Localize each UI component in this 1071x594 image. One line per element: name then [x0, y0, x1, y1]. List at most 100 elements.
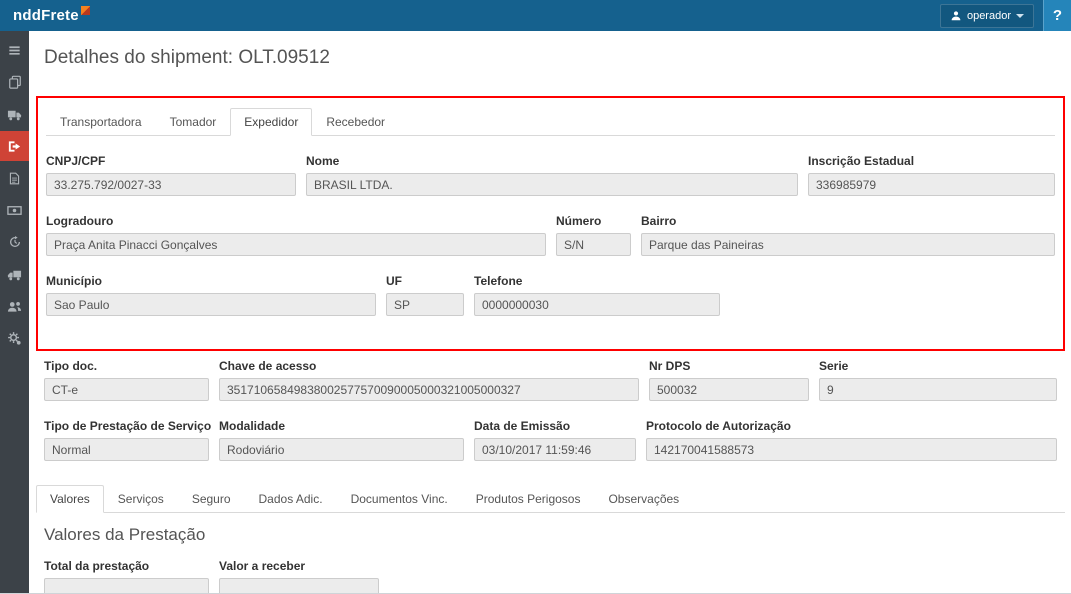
tab-recebedor[interactable]: Recebedor: [312, 108, 399, 135]
annotation-highlight-box: Transportadora Tomador Expedidor Recebed…: [36, 96, 1065, 351]
help-button[interactable]: ?: [1043, 0, 1071, 31]
valores-section: Valores da Prestação Total da prestação …: [36, 525, 1065, 593]
fleet-icon: [7, 267, 22, 282]
help-label: ?: [1053, 7, 1062, 24]
field-municipio: Município Sao Paulo: [46, 274, 376, 316]
field-label: Logradouro: [46, 214, 546, 228]
protocolo-input[interactable]: 142170041588573: [646, 438, 1057, 461]
sidebar-item-payments[interactable]: [0, 195, 29, 225]
sidebar-item-fleet[interactable]: [0, 259, 29, 289]
field-label: UF: [386, 274, 464, 288]
field-label: Nr DPS: [649, 359, 809, 373]
section-title: Valores da Prestação: [44, 525, 1057, 545]
sidebar-item-documents[interactable]: [0, 163, 29, 193]
tipo-doc-input[interactable]: CT-e: [44, 378, 209, 401]
chevron-down-icon: [1016, 14, 1024, 18]
total-prestacao-input[interactable]: [44, 578, 209, 593]
sidebar: [0, 31, 29, 593]
field-nome: Nome BRASIL LTDA.: [306, 154, 798, 196]
sidebar-item-settings[interactable]: [0, 323, 29, 353]
numero-input[interactable]: S/N: [556, 233, 631, 256]
sidebar-item-menu[interactable]: [0, 35, 29, 65]
cnpj-input[interactable]: 33.275.792/0027-33: [46, 173, 296, 196]
document-icon: [8, 172, 21, 185]
field-protocolo: Protocolo de Autorização 142170041588573: [646, 419, 1057, 461]
data-emissao-input[interactable]: 03/10/2017 11:59:46: [474, 438, 636, 461]
logradouro-input[interactable]: Praça Anita Pinacci Gonçalves: [46, 233, 546, 256]
field-uf: UF SP: [386, 274, 464, 316]
field-label: Data de Emissão: [474, 419, 636, 433]
valor-receber-input[interactable]: [219, 578, 379, 593]
sidebar-item-shipments[interactable]: [0, 99, 29, 129]
brand-text: nddFrete: [13, 7, 79, 24]
tab-documentos-vinc[interactable]: Documentos Vinc.: [337, 485, 462, 512]
inscricao-estadual-input[interactable]: 336985979: [808, 173, 1055, 196]
tab-observacoes[interactable]: Observações: [594, 485, 693, 512]
field-label: Nome: [306, 154, 798, 168]
field-label: CNPJ/CPF: [46, 154, 296, 168]
tab-seguro[interactable]: Seguro: [178, 485, 245, 512]
field-label: Inscrição Estadual: [808, 154, 1055, 168]
page-title: Detalhes do shipment: OLT.09512: [44, 47, 1065, 69]
modalidade-input[interactable]: Rodoviário: [219, 438, 464, 461]
field-data-emissao: Data de Emissão 03/10/2017 11:59:46: [474, 419, 636, 461]
field-label: Município: [46, 274, 376, 288]
party-tabs: Transportadora Tomador Expedidor Recebed…: [46, 108, 1055, 136]
field-chave-acesso: Chave de acesso 351710658498380025775700…: [219, 359, 639, 401]
app-window: nddFrete operador ?: [0, 0, 1071, 594]
field-bairro: Bairro Parque das Paineiras: [641, 214, 1055, 256]
user-icon: [950, 10, 962, 22]
field-nr-dps: Nr DPS 500032: [649, 359, 809, 401]
document-fields: Tipo doc. CT-e Chave de acesso 351710658…: [36, 359, 1065, 461]
field-label: Tipo doc.: [44, 359, 209, 373]
sidebar-item-users[interactable]: [0, 291, 29, 321]
municipio-input[interactable]: Sao Paulo: [46, 293, 376, 316]
serie-input[interactable]: 9: [819, 378, 1057, 401]
copy-icon: [8, 75, 22, 89]
brand-flag-icon: [81, 6, 90, 15]
settings-icon: [7, 331, 22, 346]
telefone-input[interactable]: 0000000030: [474, 293, 720, 316]
tab-expedidor[interactable]: Expedidor: [230, 108, 312, 136]
tab-servicos[interactable]: Serviços: [104, 485, 178, 512]
detail-tabs: Valores Serviços Seguro Dados Adic. Docu…: [36, 485, 1065, 513]
field-logradouro: Logradouro Praça Anita Pinacci Gonçalves: [46, 214, 546, 256]
truck-icon: [7, 107, 22, 122]
field-label: Bairro: [641, 214, 1055, 228]
field-cnpj: CNPJ/CPF 33.275.792/0027-33: [46, 154, 296, 196]
field-inscricao-estadual: Inscrição Estadual 336985979: [808, 154, 1055, 196]
nr-dps-input[interactable]: 500032: [649, 378, 809, 401]
chave-acesso-input[interactable]: 3517106584983800257757009000500032100500…: [219, 378, 639, 401]
field-tipo-doc: Tipo doc. CT-e: [44, 359, 209, 401]
field-label: Total da prestação: [44, 559, 209, 573]
field-label: Telefone: [474, 274, 720, 288]
user-label: operador: [967, 10, 1011, 22]
tab-dados-adic[interactable]: Dados Adic.: [245, 485, 337, 512]
menu-icon: [7, 43, 22, 58]
field-label: Protocolo de Autorização: [646, 419, 1057, 433]
field-serie: Serie 9: [819, 359, 1057, 401]
sidebar-item-copy[interactable]: [0, 67, 29, 97]
history-icon: [8, 235, 22, 249]
bairro-input[interactable]: Parque das Paineiras: [641, 233, 1055, 256]
sidebar-item-shipment-export[interactable]: [0, 131, 29, 161]
payment-icon: [7, 203, 22, 218]
tab-produtos-perigosos[interactable]: Produtos Perigosos: [462, 485, 595, 512]
field-valor-receber: Valor a receber: [219, 559, 379, 593]
field-label: Tipo de Prestação de Serviço: [44, 419, 209, 433]
field-label: Valor a receber: [219, 559, 379, 573]
sidebar-item-history[interactable]: [0, 227, 29, 257]
field-modalidade: Modalidade Rodoviário: [219, 419, 464, 461]
tab-tomador[interactable]: Tomador: [156, 108, 231, 135]
field-label: Modalidade: [219, 419, 464, 433]
topbar: nddFrete operador ?: [0, 0, 1071, 31]
field-tipo-prestacao: Tipo de Prestação de Serviço Normal: [44, 419, 209, 461]
tipo-prestacao-input[interactable]: Normal: [44, 438, 209, 461]
nome-input[interactable]: BRASIL LTDA.: [306, 173, 798, 196]
user-menu[interactable]: operador: [940, 4, 1034, 28]
tab-transportadora[interactable]: Transportadora: [46, 108, 156, 135]
field-numero: Número S/N: [556, 214, 631, 256]
field-label: Serie: [819, 359, 1057, 373]
uf-input[interactable]: SP: [386, 293, 464, 316]
tab-valores[interactable]: Valores: [36, 485, 104, 513]
